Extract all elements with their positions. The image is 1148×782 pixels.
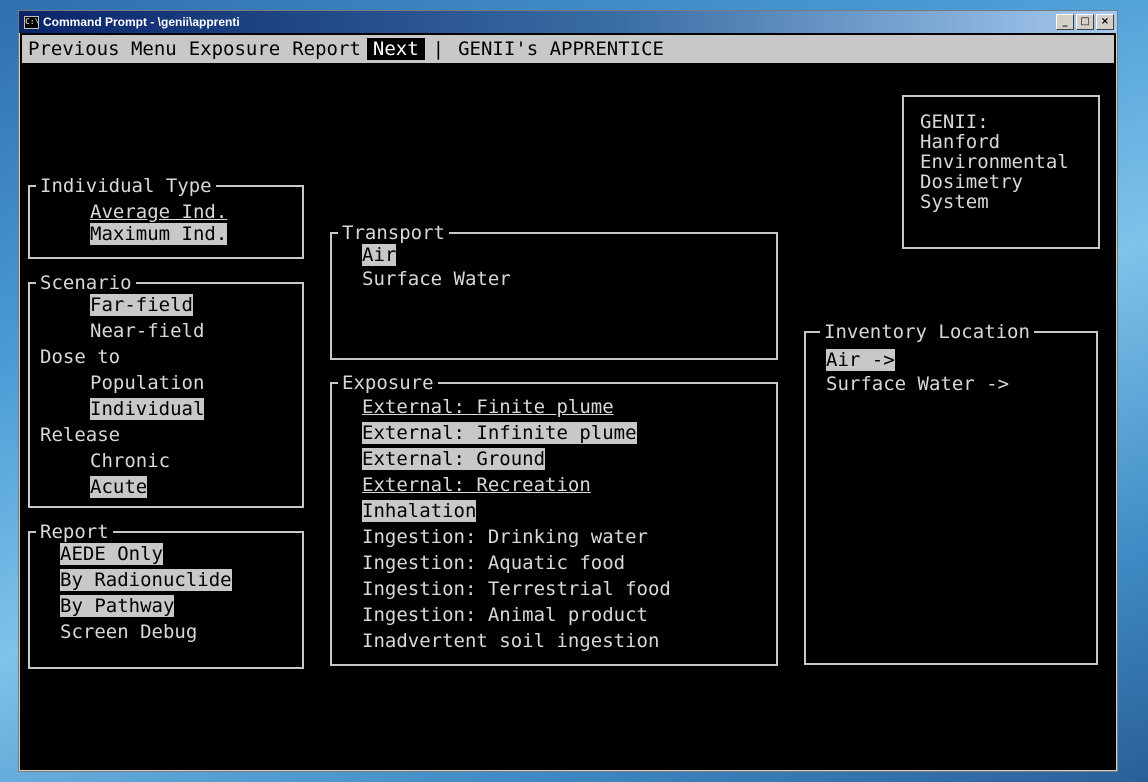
option-inventory-surface-water[interactable]: Surface Water -> (826, 373, 1009, 395)
exposure-option-2[interactable]: External: Infinite plume (362, 422, 637, 444)
inventory-location-panel: Inventory Location Air -> Surface Water … (804, 321, 1098, 665)
label-release: Release (40, 424, 121, 446)
exposure-option-3[interactable]: External: Ground (362, 448, 546, 470)
transport-title: Transport (338, 222, 449, 244)
scenario-title: Scenario (36, 272, 136, 294)
genii-line-5: System (920, 191, 989, 213)
genii-line-4: Dosimetry (920, 171, 1023, 193)
menu-exposure[interactable]: Exposure (183, 38, 287, 60)
exposure-option-7[interactable]: Ingestion: Aquatic food (362, 552, 625, 574)
option-by-radionuclide[interactable]: By Radionuclide (60, 569, 232, 591)
exposure-option-4[interactable]: External: Recreation (362, 474, 591, 496)
option-maximum-ind[interactable]: Maximum Ind. (90, 223, 228, 245)
exposure-option-10[interactable]: Inadvertent soil ingestion (362, 630, 659, 652)
inventory-location-title: Inventory Location (820, 321, 1034, 343)
option-far-field[interactable]: Far-field (90, 294, 193, 316)
transport-panel: Transport Air Surface Water (330, 222, 778, 360)
menu-next[interactable]: Next (366, 38, 425, 60)
command-prompt-icon: C:\ (24, 15, 39, 29)
exposure-option-9[interactable]: Ingestion: Animal product (362, 604, 648, 626)
menu-previous-menu[interactable]: Previous Menu (22, 38, 183, 60)
exposure-option-1[interactable]: External: Finite plume (362, 396, 614, 418)
individual-type-panel: Individual Type Average Ind. Maximum Ind… (28, 175, 304, 259)
genii-info-box: GENII: Hanford Environmental Dosimetry S… (902, 95, 1100, 249)
option-transport-air[interactable]: Air (362, 244, 397, 266)
option-transport-surface-water[interactable]: Surface Water (362, 268, 511, 290)
window-controls: _ □ × (1056, 14, 1114, 30)
window-title: Command Prompt - \genii\apprenti (43, 15, 240, 29)
command-prompt-window: C:\ Command Prompt - \genii\apprenti _ □… (18, 10, 1118, 772)
scenario-panel: Scenario Far-field Near-field Dose to Po… (28, 272, 304, 508)
individual-type-title: Individual Type (36, 175, 216, 197)
app-title: GENII's APPRENTICE (458, 38, 664, 60)
exposure-option-5[interactable]: Inhalation (362, 500, 477, 522)
title-bar[interactable]: C:\ Command Prompt - \genii\apprenti _ □… (19, 11, 1117, 33)
option-by-pathway[interactable]: By Pathway (60, 595, 175, 617)
option-average-ind[interactable]: Average Ind. (90, 201, 227, 223)
genii-line-3: Environmental (920, 151, 1069, 173)
menu-bar: Previous Menu Exposure Report Next | GEN… (22, 35, 1114, 63)
report-title: Report (36, 521, 113, 543)
exposure-title: Exposure (338, 372, 438, 394)
menu-separator: | (432, 38, 445, 60)
label-dose-to: Dose to (40, 346, 121, 368)
option-inventory-air[interactable]: Air -> (826, 349, 895, 371)
option-aede-only[interactable]: AEDE Only (60, 543, 163, 565)
maximize-button[interactable]: □ (1076, 14, 1094, 30)
option-individual[interactable]: Individual (90, 398, 205, 420)
option-near-field[interactable]: Near-field (90, 320, 204, 342)
option-chronic[interactable]: Chronic (90, 450, 170, 472)
report-panel: Report AEDE Only By Radionuclide By Path… (28, 521, 304, 669)
exposure-panel: Exposure External: Finite plume External… (330, 372, 778, 666)
option-acute[interactable]: Acute (90, 476, 148, 498)
exposure-option-8[interactable]: Ingestion: Terrestrial food (362, 578, 671, 600)
console-screen: Previous Menu Exposure Report Next | GEN… (22, 35, 1114, 767)
genii-line-2: Hanford (920, 131, 1001, 153)
minimize-button[interactable]: _ (1056, 14, 1074, 30)
option-population[interactable]: Population (90, 372, 204, 394)
menu-report[interactable]: Report (286, 38, 367, 60)
exposure-option-6[interactable]: Ingestion: Drinking water (362, 526, 648, 548)
option-screen-debug[interactable]: Screen Debug (60, 621, 197, 643)
close-button[interactable]: × (1096, 14, 1114, 30)
genii-line-1: GENII: (920, 111, 989, 133)
